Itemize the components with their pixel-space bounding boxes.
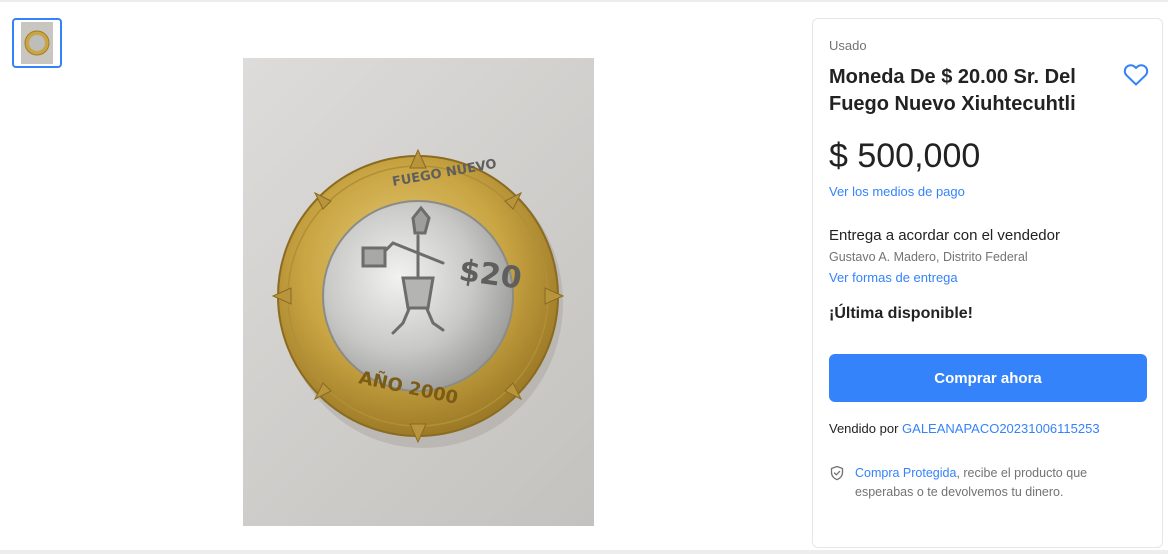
main-product-image[interactable]: FUEGO NUEVO $20 AÑO 2000 (243, 58, 594, 526)
product-info-panel: Usado Moneda De $ 20.00 Sr. Del Fuego Nu… (812, 18, 1163, 548)
item-title: Moneda De $ 20.00 Sr. Del Fuego Nuevo Xi… (829, 66, 1076, 115)
coin-illustration: FUEGO NUEVO $20 AÑO 2000 (271, 148, 565, 448)
heart-icon[interactable] (1123, 63, 1149, 87)
seller-name-link[interactable]: GALEANAPACO20231006115253 (902, 421, 1100, 436)
delivery-title: Entrega a acordar con el vendedor (829, 227, 1060, 244)
delivery-options-link[interactable]: Ver formas de entrega (829, 270, 958, 285)
coin-thumb-icon (24, 30, 50, 56)
purchase-protection: Compra Protegida, recibe el producto que… (855, 464, 1145, 502)
bottom-divider (0, 550, 1168, 554)
thumbnail-1[interactable] (12, 18, 62, 68)
item-price: $ 500,000 (829, 137, 981, 175)
thumbnail-image (21, 22, 53, 64)
buy-now-button[interactable]: Comprar ahora (829, 354, 1147, 402)
shield-icon (830, 465, 844, 481)
seller-prefix: Vendido por (829, 421, 899, 436)
seller-info: Vendido por GALEANAPACO20231006115253 (829, 421, 1100, 436)
protected-purchase-link[interactable]: Compra Protegida (855, 466, 956, 480)
item-condition: Usado (829, 38, 867, 53)
top-divider (0, 0, 1168, 2)
stock-status: ¡Última disponible! (829, 305, 973, 322)
payment-methods-link[interactable]: Ver los medios de pago (829, 184, 965, 199)
delivery-location: Gustavo A. Madero, Distrito Federal (829, 250, 1028, 264)
